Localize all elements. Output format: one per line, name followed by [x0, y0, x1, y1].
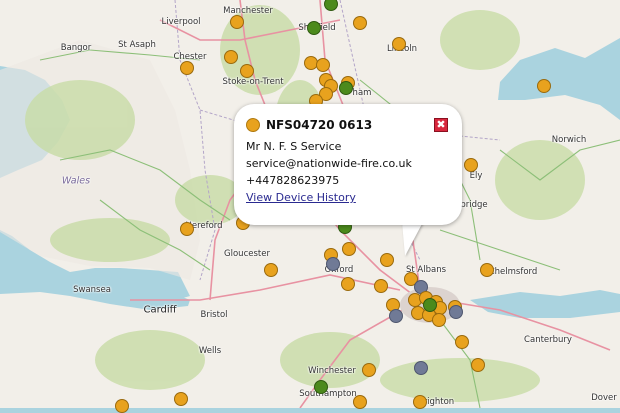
- device-marker[interactable]: [449, 305, 463, 319]
- place-label: Liverpool: [161, 17, 201, 27]
- contact-email: service@nationwide-fire.co.uk: [246, 157, 412, 170]
- place-label: Manchester: [223, 6, 273, 16]
- place-label: Stoke-on-Trent: [222, 77, 284, 87]
- device-id-title: NFS04720 0613: [266, 118, 373, 132]
- status-dot-icon: [246, 118, 260, 132]
- place-label: Southampton: [299, 389, 357, 399]
- contact-phone: +447828623975: [246, 174, 340, 187]
- place-label: Gloucester: [224, 249, 270, 259]
- place-label: St Asaph: [118, 40, 156, 50]
- device-marker[interactable]: [362, 363, 376, 377]
- device-marker[interactable]: [392, 37, 406, 51]
- view-device-history-link[interactable]: View Device History: [246, 189, 448, 206]
- close-icon[interactable]: ✖: [434, 118, 448, 132]
- device-marker[interactable]: [180, 61, 194, 75]
- device-marker[interactable]: [432, 313, 446, 327]
- place-label: Ely: [469, 171, 483, 181]
- place-label: Canterbury: [524, 335, 572, 345]
- popup-header: NFS04720 0613: [246, 116, 448, 134]
- device-marker[interactable]: [380, 253, 394, 267]
- device-marker[interactable]: [339, 81, 353, 95]
- device-marker[interactable]: [316, 58, 330, 72]
- device-marker[interactable]: [342, 242, 356, 256]
- place-label: Wells: [198, 346, 222, 356]
- contact-name: Mr N. F. S Service: [246, 140, 342, 153]
- device-marker[interactable]: [480, 263, 494, 277]
- popup-body: Mr N. F. S Service service@nationwide-fi…: [246, 138, 448, 206]
- device-marker[interactable]: [353, 16, 367, 30]
- place-label: bridge: [460, 200, 488, 210]
- device-marker[interactable]: [326, 257, 340, 271]
- place-label: Chelmsford: [488, 267, 538, 277]
- device-marker[interactable]: [307, 21, 321, 35]
- place-label: Bangor: [60, 43, 92, 53]
- popup-pointer: [402, 222, 423, 256]
- device-marker[interactable]: [455, 335, 469, 349]
- place-label: Swansea: [73, 285, 111, 295]
- device-info-popup: NFS04720 0613 ✖ Mr N. F. S Service servi…: [234, 104, 462, 225]
- device-marker[interactable]: [230, 15, 244, 29]
- device-marker[interactable]: [374, 279, 388, 293]
- place-label: Chester: [173, 52, 207, 62]
- device-marker[interactable]: [115, 399, 129, 413]
- device-marker[interactable]: [537, 79, 551, 93]
- place-label: Norwich: [551, 135, 587, 145]
- device-marker[interactable]: [180, 222, 194, 236]
- place-label: Cardiff: [143, 304, 177, 316]
- device-marker[interactable]: [389, 309, 403, 323]
- place-label: Bristol: [200, 310, 228, 320]
- device-marker[interactable]: [341, 277, 355, 291]
- place-label: Wales: [61, 175, 91, 187]
- device-marker[interactable]: [471, 358, 485, 372]
- device-marker[interactable]: [174, 392, 188, 406]
- device-marker[interactable]: [264, 263, 278, 277]
- place-label: ham: [352, 88, 372, 98]
- device-marker[interactable]: [240, 64, 254, 78]
- device-marker[interactable]: [413, 395, 427, 409]
- device-marker[interactable]: [414, 361, 428, 375]
- device-marker[interactable]: [314, 380, 328, 394]
- device-marker[interactable]: [423, 298, 437, 312]
- device-marker[interactable]: [224, 50, 238, 64]
- device-marker[interactable]: [353, 395, 367, 409]
- place-label: Winchester: [308, 366, 356, 376]
- place-label: Dover: [591, 393, 617, 403]
- device-marker[interactable]: [464, 158, 478, 172]
